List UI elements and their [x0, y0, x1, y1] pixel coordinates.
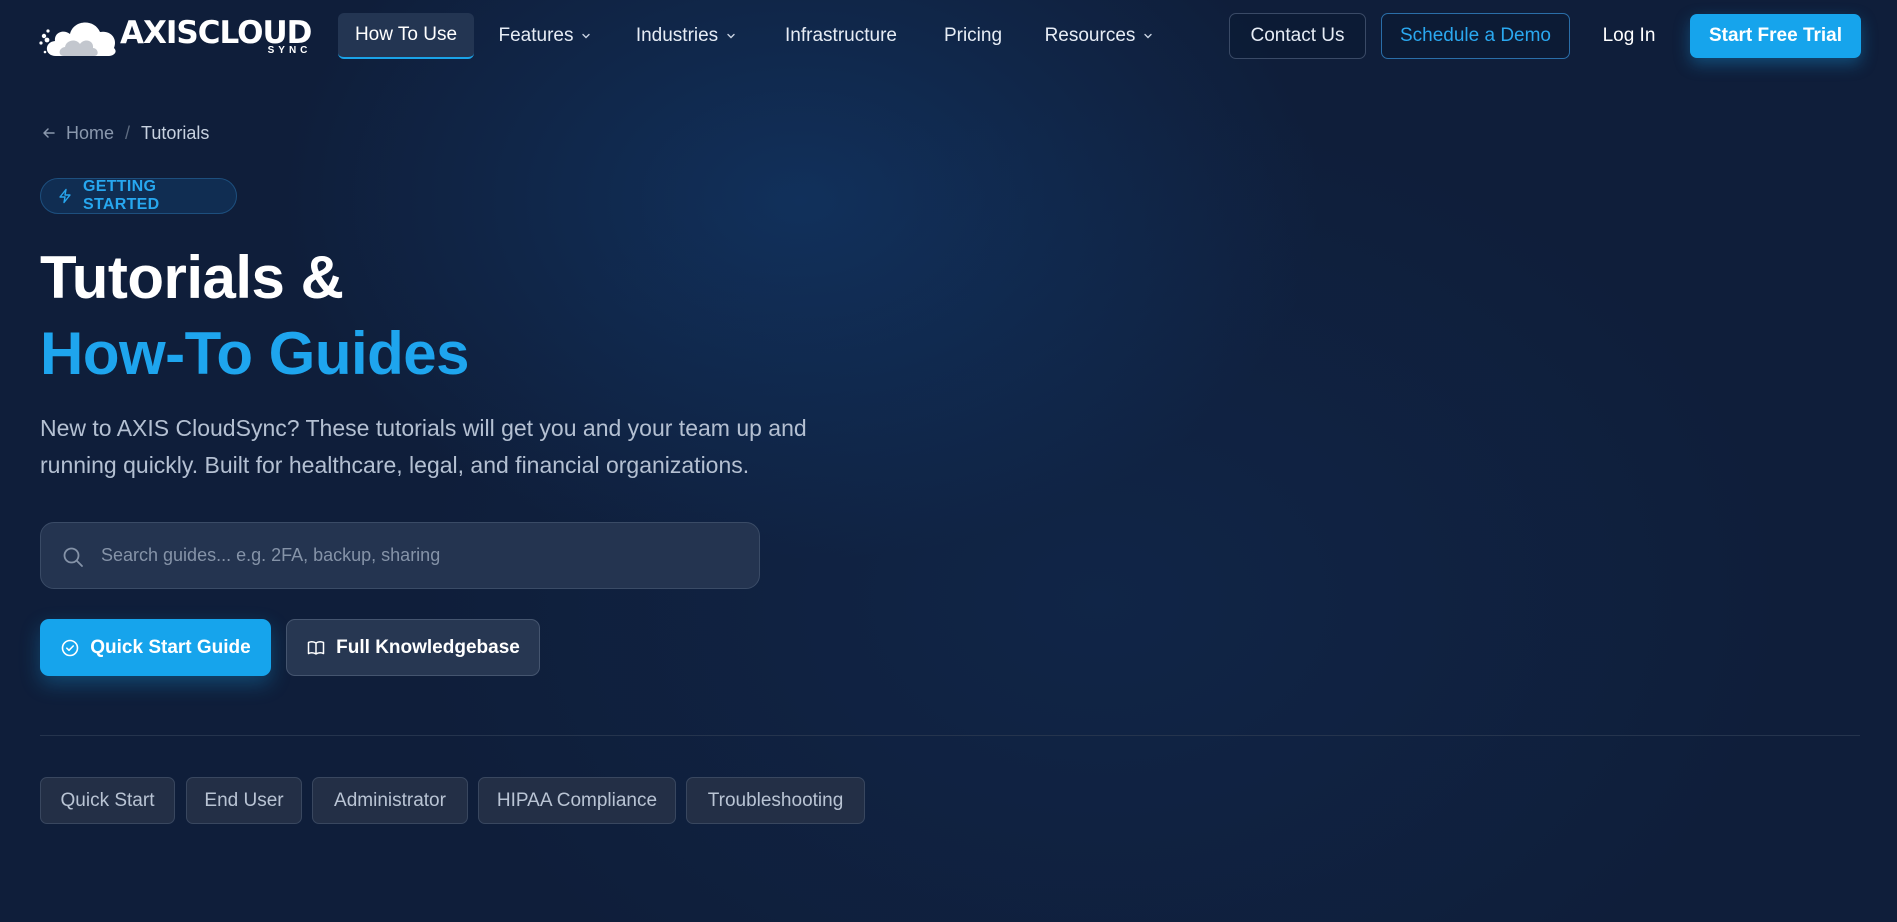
breadcrumb-home-link[interactable]: Home [66, 123, 114, 144]
chevron-down-icon [726, 31, 736, 41]
nav-pricing[interactable]: Pricing [936, 13, 1010, 59]
badge-label: GETTING STARTED [83, 178, 160, 213]
page-title: Tutorials & How-To Guides [40, 240, 470, 392]
chip-hipaa-compliance[interactable]: HIPAA Compliance [478, 777, 676, 824]
nav-industries[interactable]: Industries [630, 13, 742, 59]
full-knowledgebase-label: Full Knowledgebase [336, 636, 520, 658]
brand-subname: SYNC [267, 45, 312, 56]
breadcrumb: Home / Tutorials [40, 120, 209, 146]
breadcrumb-current: Tutorials [141, 122, 210, 143]
nav-link-label: Pricing [943, 25, 1003, 46]
nav-link-label: Industries [635, 25, 719, 46]
log-in-link[interactable]: Log In [1600, 13, 1658, 59]
lightning-icon [57, 188, 73, 204]
chip-quick-start[interactable]: Quick Start [40, 777, 175, 824]
breadcrumb-separator: / [125, 122, 131, 143]
nav-link-label: Features [498, 25, 574, 46]
quick-start-guide-label: Quick Start Guide [90, 636, 251, 658]
page-title-line-2: How-To Guides [40, 320, 470, 387]
search-input[interactable] [101, 523, 741, 588]
section-divider [40, 735, 1860, 736]
contact-us-button[interactable]: Contact Us [1229, 13, 1366, 59]
check-circle-icon [60, 638, 80, 658]
chevron-down-icon [1143, 31, 1153, 41]
page-title-line-1: Tutorials & [40, 244, 344, 311]
chevron-down-icon [581, 31, 591, 41]
arrow-left-icon[interactable] [40, 124, 58, 142]
search-box [40, 522, 760, 589]
chip-end-user[interactable]: End User [186, 777, 302, 824]
full-knowledgebase-button[interactable]: Full Knowledgebase [286, 619, 540, 676]
nav-link-label: How To Use [354, 24, 458, 45]
page-subtitle: New to AXIS CloudSync? These tutorials w… [40, 415, 807, 478]
nav-infrastructure[interactable]: Infrastructure [776, 13, 906, 59]
chip-administrator[interactable]: Administrator [312, 777, 468, 824]
chip-troubleshooting[interactable]: Troubleshooting [686, 777, 865, 824]
nav-link-label: Resources [1044, 25, 1136, 46]
start-free-trial-button[interactable]: Start Free Trial [1690, 14, 1861, 58]
brand-logo[interactable]: AXISCLOUD SYNC [38, 12, 312, 60]
nav-link-label: Infrastructure [785, 25, 897, 46]
top-navigation: AXISCLOUD SYNC How To Use Features Indus… [0, 0, 1897, 74]
open-book-icon [306, 638, 326, 658]
getting-started-badge: GETTING STARTED [40, 178, 237, 214]
nav-how-to-use[interactable]: How To Use [338, 13, 474, 59]
schedule-demo-button[interactable]: Schedule a Demo [1381, 13, 1570, 59]
cloud-logo-icon [39, 22, 116, 56]
nav-features[interactable]: Features [492, 13, 598, 59]
quick-start-guide-button[interactable]: Quick Start Guide [40, 619, 271, 676]
search-icon [61, 545, 85, 569]
nav-resources[interactable]: Resources [1042, 13, 1156, 59]
brand-name: AXISCLOUD [120, 15, 312, 51]
